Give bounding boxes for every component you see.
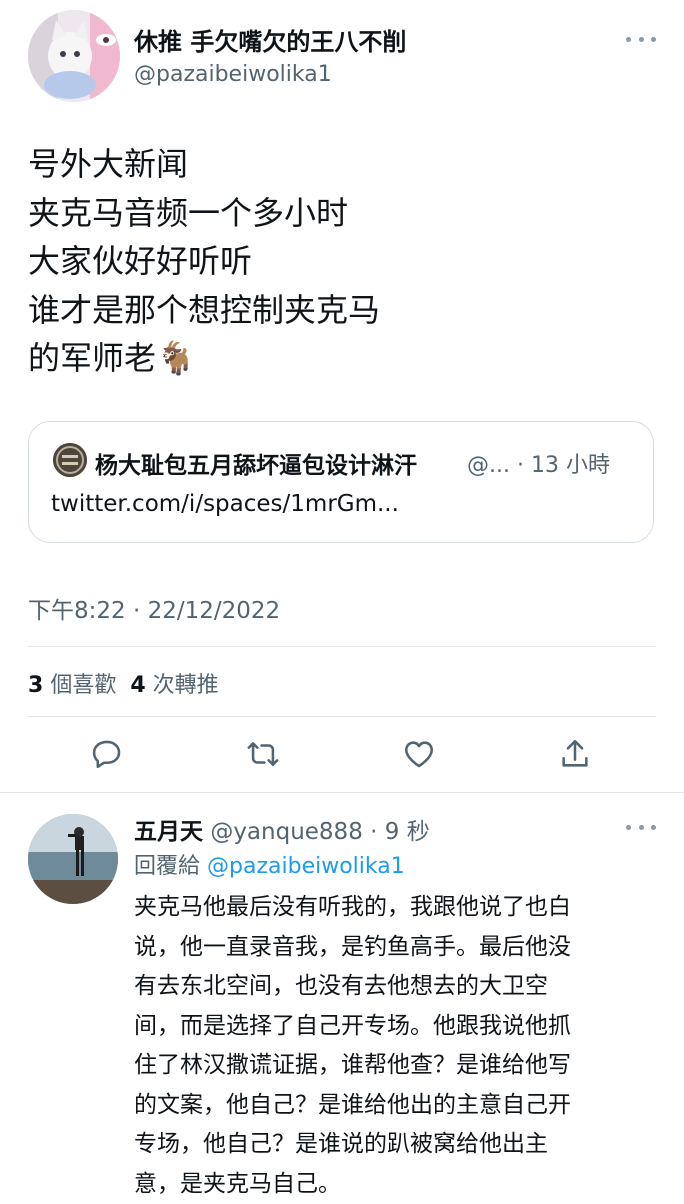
reply-text-line: 专场，他自己？是谁说的趴被窝给他出主: [134, 1125, 644, 1165]
share-icon[interactable]: [555, 734, 595, 774]
quoted-meta: @... · 13 小時: [467, 447, 610, 479]
author-avatar[interactable]: [28, 10, 120, 102]
reply-text: 夹克马他最后没有听我的，我跟他说了也白 说，他一直录音我，是钓鱼高手。最后他没 …: [134, 888, 644, 1204]
divider: [0, 792, 684, 793]
engagement-stats: 3 個喜歡 4 次轉推: [28, 667, 219, 699]
reply-text-line: 有去东北空间，也没有去他想去的大卫空: [134, 967, 644, 1007]
like-icon[interactable]: [399, 734, 439, 774]
reply-handle-time[interactable]: @yanque888 · 9 秒: [210, 819, 429, 845]
reply-text-line: 说，他一直录音我，是钓鱼高手。最后他没: [134, 928, 644, 968]
tweet-text-line: 谁才是那个想控制夹克马: [28, 286, 648, 335]
tweet-text-line: 大家伙好好听听: [28, 237, 648, 286]
replying-to-label: 回覆給: [134, 854, 200, 879]
reply-author-name[interactable]: 五月天: [134, 819, 203, 845]
tweet-text: 号外大新闻 夹克马音频一个多小时 大家伙好好听听 谁才是那个想控制夹克马 的军师…: [28, 140, 648, 383]
quoted-author-name: 杨大耻包五月舔坏逼包设计淋汗: [95, 446, 417, 480]
reply-author-avatar[interactable]: [28, 814, 118, 904]
reply-header: 五月天 @yanque888 · 9 秒: [134, 812, 430, 846]
quoted-tweet-card[interactable]: 杨大耻包五月舔坏逼包设计淋汗 @... · 13 小時 twitter.com/…: [28, 421, 654, 543]
divider: [28, 646, 656, 647]
retweets-count[interactable]: 4: [130, 673, 145, 698]
quoted-link[interactable]: twitter.com/i/spaces/1mrGm...: [51, 491, 399, 517]
reply-text-line: 住了林汉撒谎证据，谁帮他查？是谁给他写: [134, 1046, 644, 1086]
replying-to: 回覆給 @pazaibeiwolika1: [134, 848, 405, 880]
reply-text-line: 意，是夹克马自己。: [134, 1165, 644, 1204]
retweets-label[interactable]: 次轉推: [153, 673, 219, 698]
reply-text-line: 夹克马他最后没有听我的，我跟他说了也白: [134, 888, 644, 928]
likes-label[interactable]: 個喜歡: [50, 673, 116, 698]
reply-more-options-icon[interactable]: [626, 822, 656, 832]
reply-text-line: 的文案，他自己？是谁给他出的主意自己开: [134, 1086, 644, 1126]
author-handle[interactable]: @pazaibeiwolika1: [134, 62, 332, 87]
tweet-text-line: 的军师老🐐: [28, 334, 648, 383]
reply-icon[interactable]: [87, 734, 127, 774]
tweet-timestamp[interactable]: 下午8:22 · 22/12/2022: [28, 591, 280, 625]
reply-text-line: 间，而是选择了自己开专场。他跟我说他抓: [134, 1007, 644, 1047]
divider: [28, 716, 656, 717]
quoted-author-avatar: [53, 443, 87, 477]
tweet-text-line: 号外大新闻: [28, 140, 648, 189]
replying-to-handle[interactable]: @pazaibeiwolika1: [207, 854, 405, 879]
tweet-text-line: 夹克马音频一个多小时: [28, 189, 648, 238]
more-options-icon[interactable]: [626, 34, 656, 44]
retweet-icon[interactable]: [243, 734, 283, 774]
likes-count[interactable]: 3: [28, 673, 43, 698]
author-display-name[interactable]: 休推 手欠嘴欠的王八不削: [134, 22, 406, 57]
